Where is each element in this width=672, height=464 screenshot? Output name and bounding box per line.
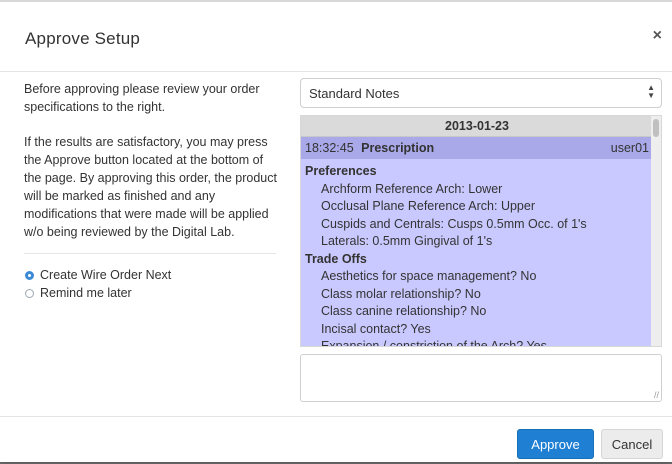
cancel-button[interactable]: Cancel (601, 429, 663, 459)
close-icon[interactable]: × (653, 27, 662, 45)
approve-button[interactable]: Approve (517, 429, 594, 459)
radio-create-wire-order[interactable]: Create Wire Order Next (24, 266, 278, 284)
note-line: Laterals: 0.5mm Gingival of 1's (321, 234, 493, 248)
approve-setup-dialog: Approve Setup × Before approving please … (0, 0, 672, 462)
divider (24, 253, 276, 254)
entry-user: user01 (610, 141, 649, 155)
section-title: Trade Offs (305, 251, 367, 266)
dialog-footer: Approve Cancel (0, 416, 672, 464)
entry-time: 18:32:45 (305, 141, 354, 155)
instructions-panel: Before approving please review your orde… (24, 80, 278, 302)
notes-date: 2013-01-23 (301, 116, 653, 137)
note-line: Occlusal Plane Reference Arch: Upper (321, 199, 535, 213)
comment-textarea[interactable]: // (300, 354, 662, 402)
notes-body: Preferences Archform Reference Arch: Low… (301, 159, 653, 347)
notes-entry-header: 18:32:45 Prescription user01 (301, 137, 653, 159)
select-arrows-icon: ▲ ▼ (647, 83, 655, 100)
dialog-header: Approve Setup × (0, 2, 672, 72)
note-line: Class molar relationship? No (321, 286, 481, 301)
note-line: Archform Reference Arch: Lower (321, 181, 503, 196)
radio-unselected-icon[interactable] (25, 288, 34, 298)
note-line: Expansion / constriction of the Arch? Ye… (321, 339, 547, 347)
intro-text: Before approving please review your orde… (24, 82, 260, 114)
notes-panel[interactable]: 2013-01-23 18:32:45 Prescription user01 … (300, 115, 662, 347)
dialog-title: Approve Setup (25, 29, 141, 48)
radio-label: Create Wire Order Next (40, 268, 172, 282)
radio-label: Remind me later (40, 286, 132, 300)
select-value: Standard Notes (309, 86, 400, 101)
note-line: Cuspids and Centrals: Cusps 0.5mm Occ. o… (321, 216, 587, 231)
scroll-thumb[interactable] (653, 119, 659, 137)
note-line: Class canine relationship? No (321, 304, 487, 318)
approval-explanation: If the results are satisfactory, you may… (24, 135, 277, 239)
section-title: Preferences (305, 164, 377, 178)
notes-scrollbar[interactable] (651, 116, 661, 346)
notes-type-select[interactable]: Standard Notes ▲ ▼ (300, 78, 662, 108)
resize-grip-icon[interactable]: // (654, 390, 659, 400)
radio-selected-icon[interactable] (25, 270, 34, 280)
note-line: Aesthetics for space management? No (321, 269, 537, 283)
entry-title: Prescription (361, 141, 435, 155)
radio-remind-later[interactable]: Remind me later (24, 284, 278, 302)
note-line: Incisal contact? Yes (321, 321, 431, 336)
